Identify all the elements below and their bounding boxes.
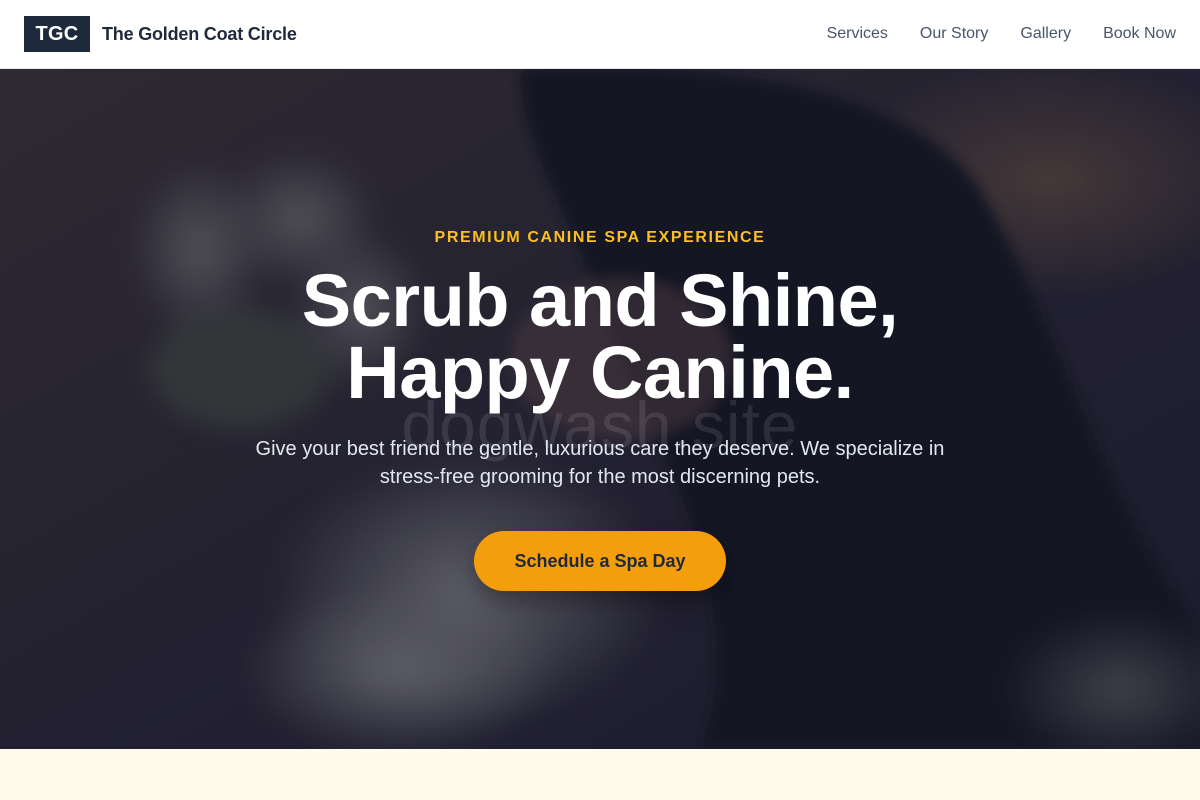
hero-eyebrow: PREMIUM CANINE SPA EXPERIENCE [434, 229, 766, 246]
hero-subtext: Give your best friend the gentle, luxuri… [255, 438, 945, 488]
hero-headline: Scrub and Shine, Happy Canine. [0, 259, 1200, 414]
brand-name: The Golden Coat Circle [102, 23, 297, 44]
logo: TGC [24, 16, 90, 52]
hero-headline-line-1: Scrub and Shine, [301, 259, 899, 342]
nav-link-services[interactable]: Services [827, 25, 888, 43]
nav-link-our-story[interactable]: Our Story [920, 25, 988, 43]
hero-headline-line-2: Happy Canine. [346, 331, 854, 414]
hero-section: dogwash.site PREMIUM CANINE SPA EXPERIEN… [0, 69, 1200, 749]
main-nav: Services Our Story Gallery Book Now [827, 25, 1176, 43]
schedule-spa-day-button[interactable]: Schedule a Spa Day [474, 531, 726, 591]
site-header: TGC The Golden Coat Circle Services Our … [0, 0, 1200, 69]
next-section [0, 749, 1200, 800]
brand-link[interactable]: TGC The Golden Coat Circle [24, 16, 297, 52]
nav-link-gallery[interactable]: Gallery [1020, 25, 1071, 43]
nav-link-book-now[interactable]: Book Now [1103, 25, 1176, 43]
hero-content: PREMIUM CANINE SPA EXPERIENCE Scrub and … [0, 69, 1200, 749]
